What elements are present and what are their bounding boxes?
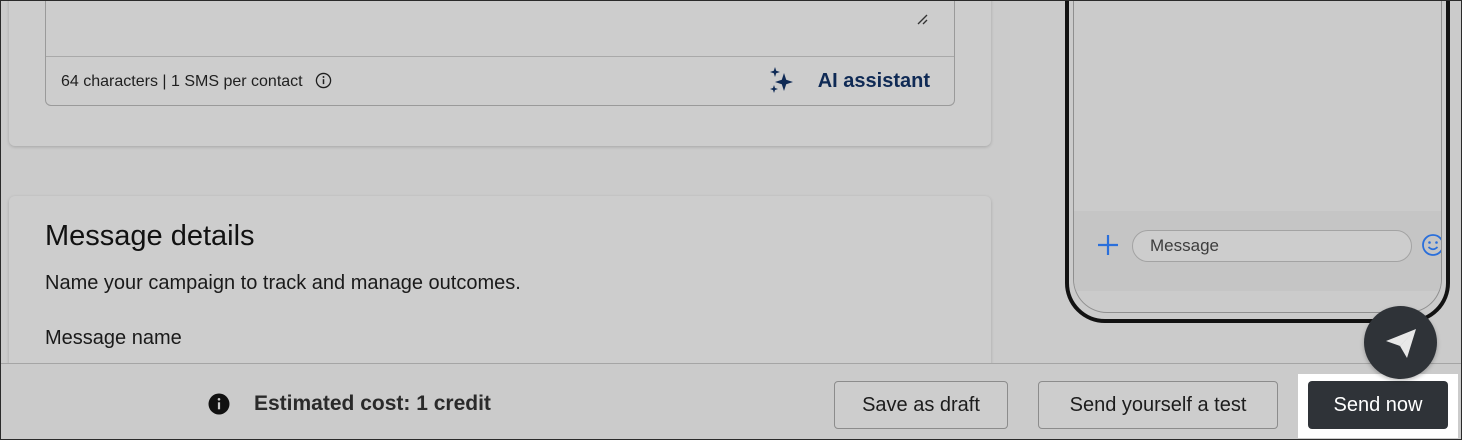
send-now-button[interactable]: Send now bbox=[1308, 381, 1448, 429]
ai-assistant-label: AI assistant bbox=[817, 69, 930, 92]
sparkle-icon bbox=[769, 67, 793, 93]
section-subtitle: Name your campaign to track and manage o… bbox=[45, 272, 521, 294]
emoji-icon[interactable] bbox=[1421, 233, 1442, 257]
phone-message-input[interactable] bbox=[1132, 230, 1412, 262]
estimated-cost: Estimated cost: 1 credit bbox=[208, 392, 491, 416]
plus-icon[interactable] bbox=[1096, 233, 1120, 257]
info-icon bbox=[208, 393, 230, 415]
estimated-cost-text: Estimated cost: 1 credit bbox=[254, 392, 491, 415]
paper-plane-icon bbox=[1385, 328, 1416, 358]
floating-send-button[interactable] bbox=[1364, 306, 1437, 379]
sms-content-card: 64 characters | 1 SMS per contact AI ass… bbox=[9, 1, 991, 146]
send-test-button[interactable]: Send yourself a test bbox=[1038, 381, 1278, 429]
ai-assistant-button[interactable]: AI assistant bbox=[768, 66, 930, 96]
phone-screen bbox=[1073, 1, 1442, 313]
action-bar: Estimated cost: 1 credit Save as draft S… bbox=[1, 363, 1461, 439]
message-name-label: Message name bbox=[45, 327, 182, 349]
phone-preview bbox=[1065, 1, 1450, 323]
resize-handle-icon[interactable] bbox=[916, 13, 928, 25]
sms-editor: 64 characters | 1 SMS per contact AI ass… bbox=[45, 1, 955, 106]
info-outline-icon[interactable] bbox=[315, 72, 332, 89]
character-count-text: 64 characters | 1 SMS per contact bbox=[61, 72, 303, 90]
save-as-draft-button[interactable]: Save as draft bbox=[834, 381, 1008, 429]
section-title: Message details bbox=[45, 220, 255, 252]
character-count: 64 characters | 1 SMS per contact bbox=[61, 72, 332, 91]
phone-compose-bar bbox=[1074, 211, 1441, 291]
app-frame: 64 characters | 1 SMS per contact AI ass… bbox=[0, 0, 1462, 440]
sms-textarea[interactable] bbox=[46, 1, 954, 57]
editor-footer: 64 characters | 1 SMS per contact AI ass… bbox=[46, 57, 954, 105]
